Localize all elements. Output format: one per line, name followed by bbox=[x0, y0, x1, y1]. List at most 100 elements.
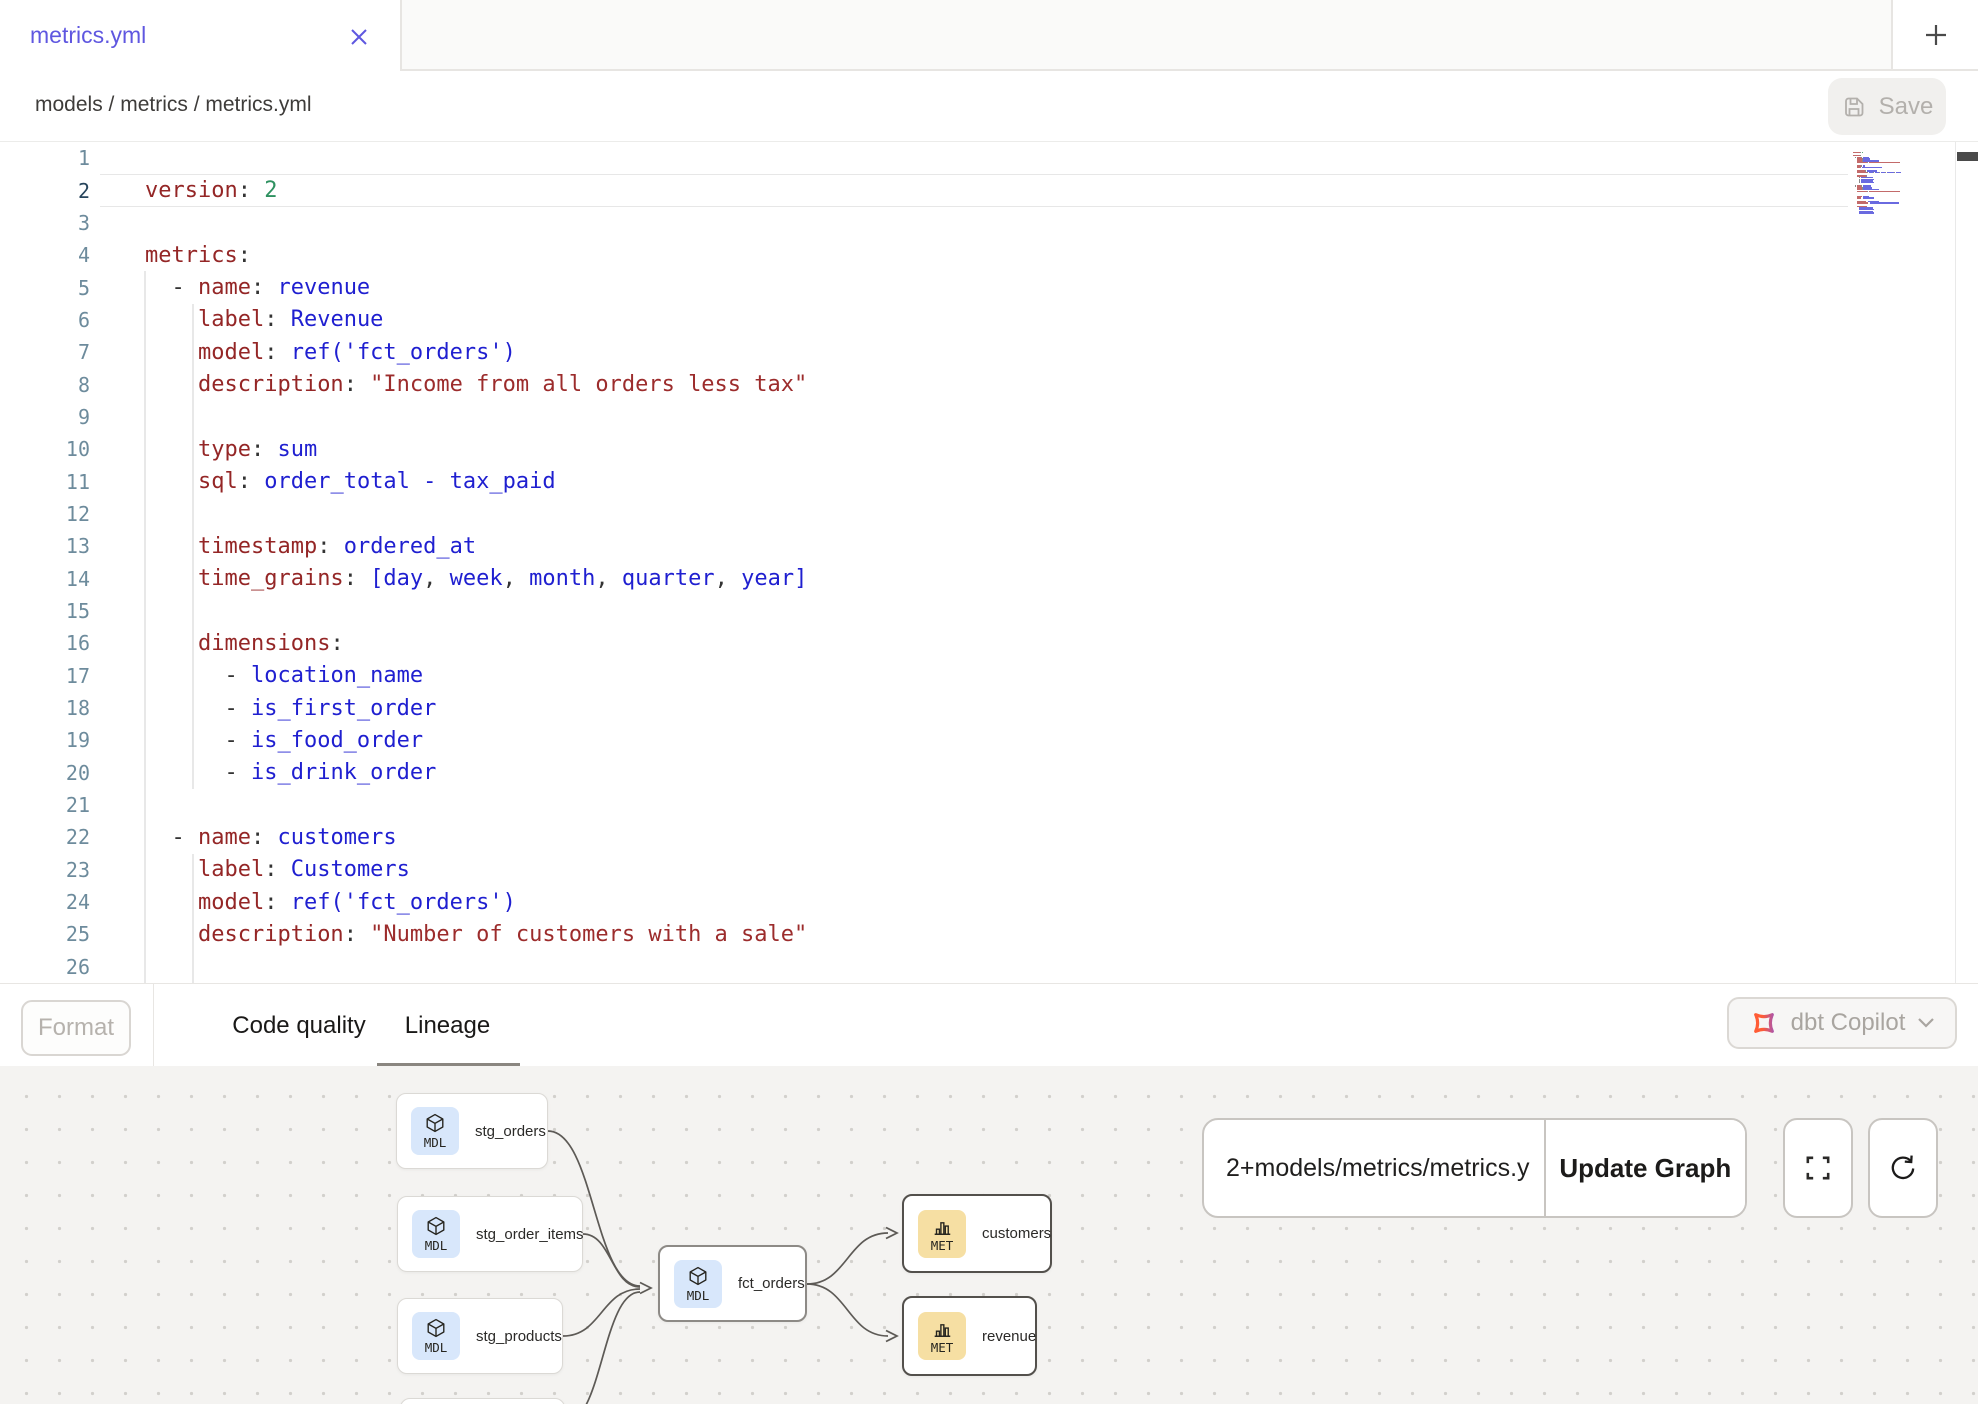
code-line[interactable]: 17 - location_name bbox=[0, 660, 1978, 692]
line-number: 14 bbox=[0, 567, 90, 591]
lineage-node-customers[interactable]: MET customers bbox=[902, 1194, 1052, 1273]
code-text: label: Customers bbox=[90, 857, 410, 882]
line-number: 23 bbox=[0, 858, 90, 882]
copilot-label: dbt Copilot bbox=[1791, 1009, 1906, 1037]
line-number: 10 bbox=[0, 437, 90, 461]
lineage-node-stg_orders[interactable]: MDLstg_orders bbox=[396, 1093, 548, 1169]
node-label: stg_orders bbox=[475, 1123, 546, 1140]
code-line[interactable]: 4metrics: bbox=[0, 239, 1978, 271]
format-button[interactable]: Format bbox=[21, 1000, 131, 1056]
dbt-copilot-button[interactable]: dbt Copilot bbox=[1727, 997, 1957, 1049]
node-label: revenue bbox=[982, 1328, 1036, 1345]
code-line[interactable]: 15 bbox=[0, 595, 1978, 627]
tab-metrics-yml[interactable]: metrics.yml bbox=[0, 0, 402, 71]
code-text: label: Revenue bbox=[90, 307, 383, 332]
line-number: 6 bbox=[0, 308, 90, 332]
code-editor[interactable]: 12version: 234metrics:5 - name: revenue6… bbox=[0, 142, 1978, 983]
new-tab-button[interactable] bbox=[1891, 0, 1978, 71]
tab-bar-empty-area bbox=[402, 0, 1891, 71]
code-line[interactable]: 7 model: ref('fct_orders') bbox=[0, 336, 1978, 368]
cursor-position-marker bbox=[1957, 152, 1978, 161]
code-line[interactable]: 26 bbox=[0, 951, 1978, 983]
code-line[interactable]: 11 sql: order_total - tax_paid bbox=[0, 465, 1978, 497]
code-text: - is_food_order bbox=[90, 728, 423, 753]
line-number: 7 bbox=[0, 340, 90, 364]
fullscreen-icon bbox=[1803, 1153, 1833, 1183]
code-lines: 12version: 234metrics:5 - name: revenue6… bbox=[0, 142, 1978, 983]
code-line[interactable]: 12 bbox=[0, 498, 1978, 530]
node-label: stg_products bbox=[476, 1328, 562, 1345]
code-line[interactable]: 5 - name: revenue bbox=[0, 271, 1978, 303]
metric-chart-icon: MET bbox=[918, 1210, 966, 1258]
code-line[interactable]: 1 bbox=[0, 142, 1978, 174]
line-number: 22 bbox=[0, 825, 90, 849]
dbt-copilot-logo-icon bbox=[1749, 1008, 1779, 1038]
code-line[interactable]: 8 description: "Income from all orders l… bbox=[0, 368, 1978, 400]
code-line[interactable]: 18 - is_first_order bbox=[0, 692, 1978, 724]
code-line[interactable]: 20 - is_drink_order bbox=[0, 757, 1978, 789]
lineage-node-stg_products[interactable]: MDL stg_products bbox=[397, 1298, 563, 1374]
breadcrumb: models / metrics / metrics.yml bbox=[35, 93, 312, 117]
line-number: 9 bbox=[0, 405, 90, 429]
line-number: 25 bbox=[0, 922, 90, 946]
toolbar-divider bbox=[153, 984, 154, 1067]
code-text: description: "Number of customers with a… bbox=[90, 922, 807, 947]
lineage-selector-input[interactable]: 2+models/metrics/metrics.y bbox=[1204, 1120, 1544, 1216]
line-number: 12 bbox=[0, 502, 90, 526]
line-number: 5 bbox=[0, 276, 90, 300]
code-text: version: 2 bbox=[90, 178, 277, 203]
tab-code-quality[interactable]: Code quality bbox=[214, 984, 384, 1067]
overview-ruler[interactable] bbox=[1955, 142, 1978, 983]
code-line[interactable]: 25 description: "Number of customers wit… bbox=[0, 918, 1978, 950]
breadcrumb-row: models / metrics / metrics.yml Save bbox=[0, 71, 1978, 142]
line-number: 8 bbox=[0, 373, 90, 397]
save-button[interactable]: Save bbox=[1828, 78, 1946, 135]
line-number: 26 bbox=[0, 955, 90, 979]
code-line[interactable]: 24 model: ref('fct_orders') bbox=[0, 886, 1978, 918]
line-number: 24 bbox=[0, 890, 90, 914]
line-number: 20 bbox=[0, 761, 90, 785]
code-line[interactable]: 13 timestamp: ordered_at bbox=[0, 530, 1978, 562]
code-line[interactable]: 2version: 2 bbox=[0, 174, 1978, 206]
tab-lineage[interactable]: Lineage bbox=[390, 984, 505, 1067]
line-number: 15 bbox=[0, 599, 90, 623]
close-icon[interactable] bbox=[348, 26, 370, 48]
code-text: sql: order_total - tax_paid bbox=[90, 469, 556, 494]
lineage-node-fct_orders[interactable]: MDLfct_orders bbox=[658, 1245, 807, 1322]
indent-guide bbox=[144, 271, 146, 983]
code-text: timestamp: ordered_at bbox=[90, 534, 476, 559]
refresh-button[interactable] bbox=[1868, 1118, 1938, 1218]
code-line[interactable]: 22 - name: customers bbox=[0, 821, 1978, 853]
code-line[interactable]: 10 type: sum bbox=[0, 433, 1978, 465]
code-text: description: "Income from all orders les… bbox=[90, 372, 807, 397]
node-label: fct_orders bbox=[738, 1275, 805, 1292]
code-text: model: ref('fct_orders') bbox=[90, 890, 516, 915]
refresh-icon bbox=[1887, 1152, 1919, 1184]
node-label: customers bbox=[982, 1225, 1051, 1242]
code-line[interactable]: 23 label: Customers bbox=[0, 854, 1978, 886]
code-line[interactable]: 16 dimensions: bbox=[0, 627, 1978, 659]
code-line[interactable]: 14 time_grains: [day, week, month, quart… bbox=[0, 562, 1978, 594]
code-line[interactable]: 19 - is_food_order bbox=[0, 724, 1978, 756]
code-text: - name: revenue bbox=[90, 275, 370, 300]
update-graph-button[interactable]: Update Graph bbox=[1544, 1120, 1745, 1216]
code-line[interactable]: 21 bbox=[0, 789, 1978, 821]
lineage-node-offscreen_node[interactable]: MDL bbox=[400, 1398, 565, 1404]
model-cube-icon: MDL bbox=[412, 1312, 460, 1360]
lineage-node-stg_order_items[interactable]: MDLstg_order_items bbox=[397, 1196, 583, 1272]
code-text: - is_first_order bbox=[90, 696, 436, 721]
code-line[interactable]: 9 bbox=[0, 401, 1978, 433]
lineage-canvas[interactable]: MDLstg_ordersMDLstg_order_itemsMDLstg_pr… bbox=[0, 1066, 1978, 1404]
code-line[interactable]: 6 label: Revenue bbox=[0, 304, 1978, 336]
tab-label: metrics.yml bbox=[30, 22, 146, 49]
code-text: - location_name bbox=[90, 663, 423, 688]
indent-guide bbox=[192, 304, 194, 789]
minimap[interactable] bbox=[1853, 150, 1953, 218]
line-number: 3 bbox=[0, 211, 90, 235]
line-number: 16 bbox=[0, 631, 90, 655]
fullscreen-button[interactable] bbox=[1783, 1118, 1853, 1218]
lineage-node-revenue[interactable]: METrevenue bbox=[902, 1296, 1037, 1376]
code-line[interactable]: 3 bbox=[0, 207, 1978, 239]
model-cube-icon: MDL bbox=[412, 1210, 460, 1258]
code-text: dimensions: bbox=[90, 631, 344, 656]
